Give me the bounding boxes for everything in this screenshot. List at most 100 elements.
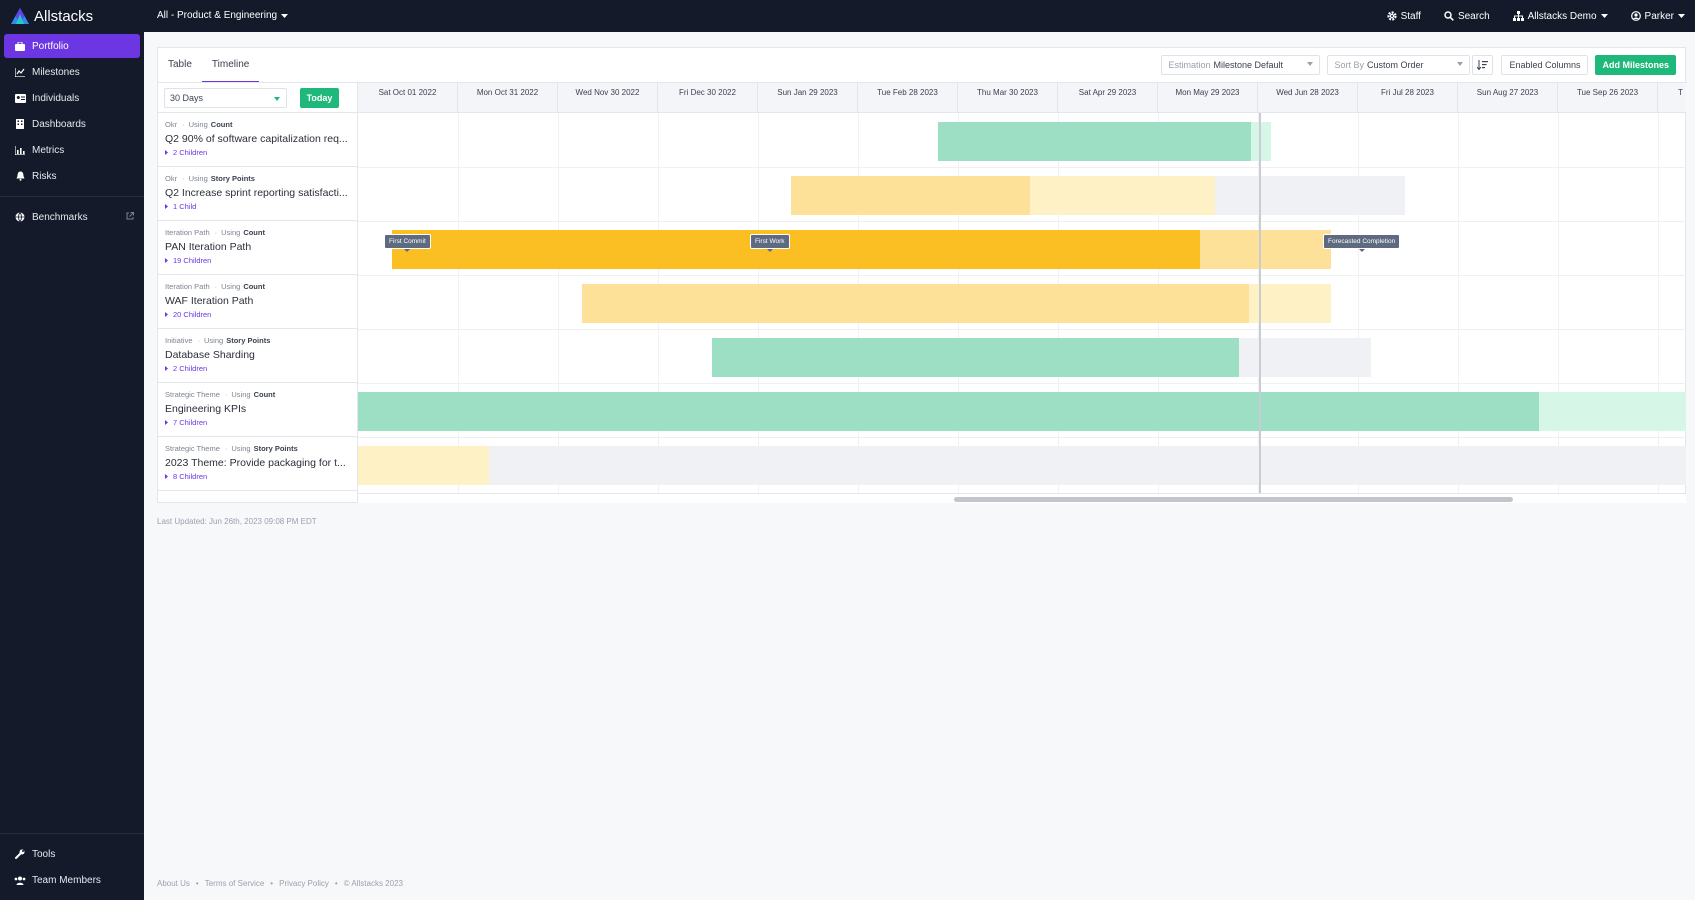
sidebar-item-tools[interactable]: Tools bbox=[4, 842, 140, 866]
brand-name: Allstacks bbox=[34, 7, 94, 25]
milestone-name[interactable]: Q2 90% of software capitalization req... bbox=[165, 133, 350, 145]
milestone-row[interactable]: Strategic Theme · Using Count Engineering … bbox=[158, 383, 357, 437]
progress-bar-completed[interactable] bbox=[582, 284, 1249, 323]
estimation-unit: Story Points bbox=[253, 444, 298, 453]
row-divider bbox=[358, 167, 1686, 168]
milestone-meta: Initiative · Using Story Points bbox=[165, 335, 357, 346]
forecast-bar[interactable] bbox=[1215, 176, 1405, 215]
sort-amount-icon bbox=[1477, 60, 1489, 70]
sitemap-icon bbox=[1512, 11, 1524, 21]
caret-right-icon bbox=[165, 366, 168, 371]
sort-direction-button[interactable] bbox=[1472, 55, 1494, 75]
sidebar-item-team-members[interactable]: Team Members bbox=[4, 868, 140, 892]
progress-bar-remaining[interactable] bbox=[1539, 392, 1686, 431]
portfolio-card: Table Timeline Estimation Milestone Defa… bbox=[157, 47, 1687, 503]
footer-separator: • bbox=[195, 879, 199, 888]
view-tabs: Table Timeline bbox=[158, 48, 260, 83]
children-toggle[interactable]: 1 Child bbox=[165, 202, 357, 211]
scope-selector[interactable]: All - Product & Engineering bbox=[157, 10, 289, 21]
search-button[interactable]: Search bbox=[1444, 11, 1490, 22]
org-label: Allstacks Demo bbox=[1527, 10, 1597, 22]
milestone-row[interactable]: Iteration Path · Using Count PAN Iteration… bbox=[158, 221, 357, 275]
milestone-row[interactable]: Okr · Using Story Points Q2 Increase sprin… bbox=[158, 167, 357, 221]
children-toggle[interactable]: 2 Children bbox=[165, 364, 357, 373]
forecast-bar[interactable] bbox=[489, 446, 1686, 485]
progress-bar-completed[interactable] bbox=[791, 176, 1030, 215]
progress-bar-remaining[interactable] bbox=[1251, 122, 1271, 161]
sidebar-item-metrics[interactable]: Metrics bbox=[4, 138, 140, 162]
milestone-row[interactable]: Okr · Using Count Q2 90% of software capit… bbox=[158, 113, 357, 167]
first-commit-marker[interactable]: First Commit bbox=[384, 234, 431, 252]
about-link[interactable]: About Us bbox=[157, 879, 190, 888]
staff-button[interactable]: Staff bbox=[1386, 10, 1421, 22]
progress-bar-completed[interactable] bbox=[938, 122, 1251, 161]
caret-down-icon bbox=[1600, 14, 1608, 18]
estimation-select[interactable]: Estimation Milestone Default bbox=[1161, 55, 1321, 75]
add-milestones-button[interactable]: Add Milestones bbox=[1595, 55, 1676, 75]
timeline-header: Sat Oct 01 2022 Mon Oct 31 2022 Wed Nov … bbox=[358, 83, 1686, 113]
user-menu[interactable]: Parker bbox=[1630, 11, 1685, 22]
terms-link[interactable]: Terms of Service bbox=[205, 879, 265, 888]
children-count: 7 Children bbox=[173, 418, 208, 427]
sidebar-item-risks[interactable]: Risks bbox=[4, 164, 140, 188]
caret-right-icon bbox=[165, 474, 168, 479]
milestone-name[interactable]: Engineering KPIs bbox=[165, 403, 350, 415]
scrollbar-thumb[interactable] bbox=[954, 497, 1513, 502]
tab-timeline[interactable]: Timeline bbox=[201, 48, 260, 83]
sidebar-item-label: Portfolio bbox=[32, 40, 69, 52]
children-toggle[interactable]: 2 Children bbox=[165, 148, 357, 157]
first-work-marker[interactable]: First Work bbox=[750, 234, 790, 252]
children-toggle[interactable]: 19 Children bbox=[165, 256, 357, 265]
children-toggle[interactable]: 7 Children bbox=[165, 418, 357, 427]
sidebar-item-dashboards[interactable]: Dashboards bbox=[4, 112, 140, 136]
milestone-meta: Iteration Path · Using Count bbox=[165, 281, 357, 292]
org-selector[interactable]: Allstacks Demo bbox=[1512, 10, 1608, 22]
progress-bar-completed[interactable] bbox=[358, 392, 1539, 431]
milestone-type: Okr bbox=[165, 120, 178, 129]
bell-icon bbox=[14, 170, 26, 182]
horizontal-scrollbar[interactable] bbox=[358, 493, 1686, 503]
staff-label: Staff bbox=[1400, 10, 1421, 22]
enabled-columns-button[interactable]: Enabled Columns bbox=[1501, 55, 1589, 75]
separator-dot: · bbox=[182, 174, 185, 183]
month-header: Mon May 29 2023 bbox=[1158, 83, 1258, 113]
children-count: 2 Children bbox=[173, 364, 208, 373]
using-label: Using bbox=[221, 282, 241, 291]
progress-bar-remaining[interactable] bbox=[1249, 284, 1331, 323]
milestone-name[interactable]: 2023 Theme: Provide packaging for t... bbox=[165, 457, 350, 469]
milestone-row[interactable]: Strategic Theme · Using Story Points 2023 … bbox=[158, 437, 357, 491]
children-toggle[interactable]: 8 Children bbox=[165, 472, 357, 481]
briefcase-icon bbox=[14, 40, 26, 52]
sort-select[interactable]: Sort By Custom Order bbox=[1327, 55, 1471, 75]
zoom-range-select[interactable]: 30 Days bbox=[164, 88, 287, 108]
milestone-name[interactable]: Q2 Increase sprint reporting satisfacti.… bbox=[165, 187, 350, 199]
milestone-name[interactable]: WAF Iteration Path bbox=[165, 295, 350, 307]
sidebar-item-benchmarks[interactable]: Benchmarks bbox=[4, 205, 140, 229]
forecasted-completion-marker[interactable]: Forecasted Completion bbox=[1323, 234, 1401, 252]
sidebar-item-portfolio[interactable]: Portfolio bbox=[4, 34, 140, 58]
milestone-row[interactable]: Initiative · Using Story Points Database S… bbox=[158, 329, 357, 383]
milestone-type: Iteration Path bbox=[165, 228, 210, 237]
children-count: 2 Children bbox=[173, 148, 208, 157]
sidebar-item-individuals[interactable]: Individuals bbox=[4, 86, 140, 110]
milestone-row[interactable]: Iteration Path · Using Count WAF Iteration… bbox=[158, 275, 357, 329]
progress-bar-completed[interactable] bbox=[712, 338, 1239, 377]
sidebar-bottom: Tools Team Members bbox=[0, 833, 144, 900]
progress-bar-remaining[interactable] bbox=[1030, 176, 1215, 215]
privacy-link[interactable]: Privacy Policy bbox=[279, 879, 329, 888]
sidebar-item-label: Metrics bbox=[32, 144, 65, 156]
today-button[interactable]: Today bbox=[300, 88, 339, 108]
brand-logo[interactable]: Allstacks bbox=[0, 0, 144, 32]
sidebar-item-label: Benchmarks bbox=[32, 211, 88, 223]
separator-dot: · bbox=[214, 228, 218, 237]
progress-bar-remaining[interactable] bbox=[1200, 230, 1331, 269]
sidebar-item-milestones[interactable]: Milestones bbox=[4, 60, 140, 84]
milestone-name[interactable]: PAN Iteration Path bbox=[165, 241, 350, 253]
tab-table[interactable]: Table bbox=[158, 48, 202, 83]
footer-separator: • bbox=[334, 879, 338, 888]
using-label: Using bbox=[231, 444, 251, 453]
progress-bar-completed[interactable] bbox=[358, 446, 489, 485]
milestone-name[interactable]: Database Sharding bbox=[165, 349, 350, 361]
progress-bar-completed[interactable] bbox=[392, 230, 1200, 269]
children-toggle[interactable]: 20 Children bbox=[165, 310, 357, 319]
